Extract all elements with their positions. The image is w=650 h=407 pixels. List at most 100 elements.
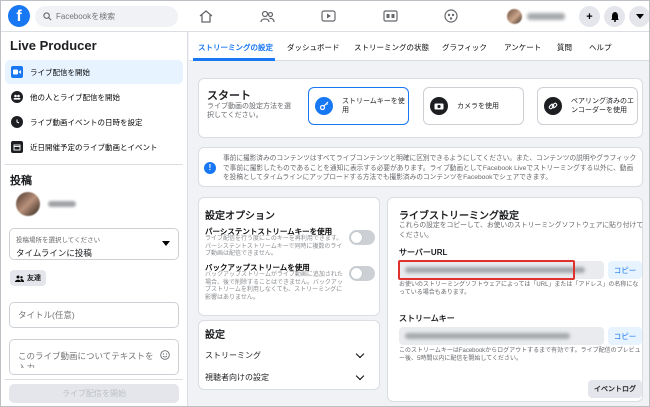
- notifications-button[interactable]: [604, 6, 625, 27]
- friends-icon: [15, 275, 24, 282]
- select-helper-text: 投稿場所を選択してください: [16, 237, 101, 244]
- chevron-down-icon: [355, 371, 365, 380]
- server-url-note: お使いのストリーミングソフトウェアによっては「URL」または「アドレス」の名称に…: [399, 282, 639, 296]
- friends-nav-button[interactable]: [257, 7, 277, 25]
- live-producer-sidebar: Live Producer ライブ配信を開始 他の人とライブ配信を開始 ライブ動…: [1, 32, 188, 406]
- watch-video-icon: [320, 10, 336, 22]
- sidebar-item-label: 他の人とライブ配信を開始: [30, 92, 120, 102]
- video-camera-icon: [11, 66, 23, 78]
- sidebar-item-label: 近日開催予定のライブ動画とイベント: [30, 142, 158, 152]
- tab-polls[interactable]: アンケート: [504, 42, 541, 53]
- avatar: [16, 192, 40, 216]
- setting-options-card: 設定オプション パーシステントストリームキーを使用 ライブ配信を行う度にこのキー…: [198, 197, 380, 316]
- search-icon: [43, 12, 52, 21]
- account-menu-button[interactable]: [629, 6, 649, 27]
- copy-server-url-button[interactable]: コピー: [608, 261, 642, 279]
- author-name-redacted: [48, 201, 76, 207]
- description-input[interactable]: [18, 350, 158, 368]
- sidebar-item-label: ライブ配信を開始: [30, 67, 90, 77]
- streaming-settings-row[interactable]: ストリーミング: [205, 344, 369, 366]
- producer-tabs: ストリーミングの設定 ダッシュボード ストリーミングの状態 グラフィック アンケ…: [189, 32, 649, 61]
- sidebar-item-live-with-others[interactable]: 他の人とライブ配信を開始: [5, 85, 183, 109]
- event-log-button[interactable]: イベントログ: [588, 380, 642, 398]
- home-nav-button[interactable]: [196, 7, 216, 25]
- persistent-key-description: ライブ配信を行う度にこのキーを再利用できます。パーシステントストリームキーで同時…: [205, 236, 343, 257]
- chevron-down-icon: [355, 349, 365, 358]
- setting-options-heading: 設定オプション: [205, 211, 275, 222]
- post-heading: 投稿: [10, 175, 32, 187]
- tab-dashboard[interactable]: ダッシュボード: [287, 42, 340, 53]
- post-author: [16, 192, 76, 216]
- stream-key-label: ストリームキー: [399, 314, 455, 323]
- copy-stream-key-button[interactable]: コピー: [608, 327, 642, 345]
- facebook-logo[interactable]: f: [8, 5, 30, 27]
- audience-friends-button[interactable]: 友達: [10, 270, 46, 286]
- server-url-label: サーバーURL: [399, 248, 448, 257]
- prerecorded-notice: ! 事前に撮影済みのコンテンツはすべてライブコンテンツと明確に区別できるようにし…: [198, 147, 643, 187]
- groups-icon: [382, 10, 398, 22]
- sidebar-title: Live Producer: [10, 38, 97, 53]
- search-input[interactable]: [56, 12, 166, 21]
- stream-key-note: このストリームキーはFacebookからログアウトするまで有効です。ライブ配信の…: [399, 348, 641, 362]
- go-live-button[interactable]: ライブ配信を開始: [9, 384, 179, 403]
- persistent-key-toggle[interactable]: [349, 230, 375, 245]
- highlight-box: [398, 260, 575, 280]
- home-icon: [199, 9, 213, 23]
- start-description: ライブ動画の設定方法を選択してください。: [207, 103, 291, 119]
- top-navigation-bar: f +: [1, 1, 649, 32]
- option-label: ストリームキーを使用: [342, 98, 405, 114]
- option-camera[interactable]: カメラを使用: [423, 87, 524, 125]
- select-value: タイムラインに投稿: [16, 248, 92, 258]
- create-button[interactable]: +: [579, 6, 600, 27]
- live-streaming-settings-card: ライブストリーミング設定 これらの設定をコピーして、お使いのストリーミングソフト…: [387, 197, 643, 402]
- group-icon: [11, 91, 23, 103]
- row-label: ストリーミング: [205, 350, 261, 360]
- friends-icon: [259, 10, 275, 22]
- tab-stream-setup[interactable]: ストリーミングの設定: [198, 42, 273, 53]
- bell-icon: [610, 12, 619, 22]
- live-settings-heading: ライブストリーミング設定: [399, 211, 519, 222]
- key-icon: [315, 97, 333, 115]
- option-label: ペアリング済みのエンコーダーを使用: [571, 98, 634, 114]
- row-label: 視聴者向けの設定: [205, 372, 269, 382]
- settings-card: 設定 ストリーミング 視聴者向けの設定: [198, 320, 380, 390]
- tab-help[interactable]: ヘルプ: [589, 42, 612, 53]
- search-box[interactable]: [35, 6, 178, 27]
- option-paired-encoder[interactable]: ペアリング済みのエンコーダーを使用: [537, 87, 638, 125]
- clock-icon: [11, 116, 23, 128]
- groups-nav-button[interactable]: [380, 7, 400, 25]
- info-icon: !: [204, 162, 216, 174]
- tab-stream-health[interactable]: ストリーミングの状態: [354, 42, 429, 53]
- caret-down-icon: [162, 241, 170, 246]
- stream-key-field[interactable]: [399, 327, 604, 345]
- viewer-settings-row[interactable]: 視聴者向けの設定: [205, 366, 369, 388]
- title-input[interactable]: [18, 310, 170, 320]
- stream-key-redacted: [405, 333, 570, 339]
- app-window: f + Live Produc: [0, 0, 650, 407]
- profile-name-redacted: [527, 13, 565, 20]
- description-field[interactable]: [9, 339, 179, 375]
- sidebar-item-schedule-live[interactable]: ライブ動画イベントの日時を設定: [5, 110, 183, 134]
- emoji-icon[interactable]: [160, 350, 170, 360]
- option-stream-key[interactable]: ストリームキーを使用: [308, 87, 409, 125]
- plus-icon: +: [586, 10, 593, 23]
- tab-questions[interactable]: 質問: [557, 42, 572, 53]
- sidebar-divider: [5, 164, 183, 165]
- audience-label: 友達: [27, 275, 41, 282]
- post-destination-select[interactable]: 投稿場所を選択してください タイムラインに投稿: [9, 228, 179, 260]
- sidebar-item-label: ライブ動画イベントの日時を設定: [30, 117, 143, 127]
- watch-nav-button[interactable]: [318, 7, 338, 25]
- profile-shortcut[interactable]: [505, 7, 570, 26]
- tab-graphics[interactable]: グラフィック: [442, 42, 487, 53]
- backup-stream-toggle[interactable]: [349, 266, 375, 281]
- backup-stream-description: バックアップストリームがライブ動画に追加された場合、後で削除することはできません…: [205, 272, 343, 301]
- notice-text: 事前に撮影済みのコンテンツはすべてライブコンテンツと明確に区別できるようにしてく…: [223, 155, 637, 181]
- sidebar-item-upcoming[interactable]: 近日開催予定のライブ動画とイベント: [5, 135, 183, 159]
- title-field[interactable]: [9, 302, 179, 328]
- gaming-icon: [444, 9, 458, 23]
- sidebar-item-go-live[interactable]: ライブ配信を開始: [5, 60, 183, 84]
- gaming-nav-button[interactable]: [441, 7, 461, 25]
- start-card: スタート ライブ動画の設定方法を選択してください。 ストリームキーを使用 カメラ…: [198, 78, 643, 138]
- start-heading: スタート: [207, 90, 251, 102]
- link-icon: [544, 97, 562, 115]
